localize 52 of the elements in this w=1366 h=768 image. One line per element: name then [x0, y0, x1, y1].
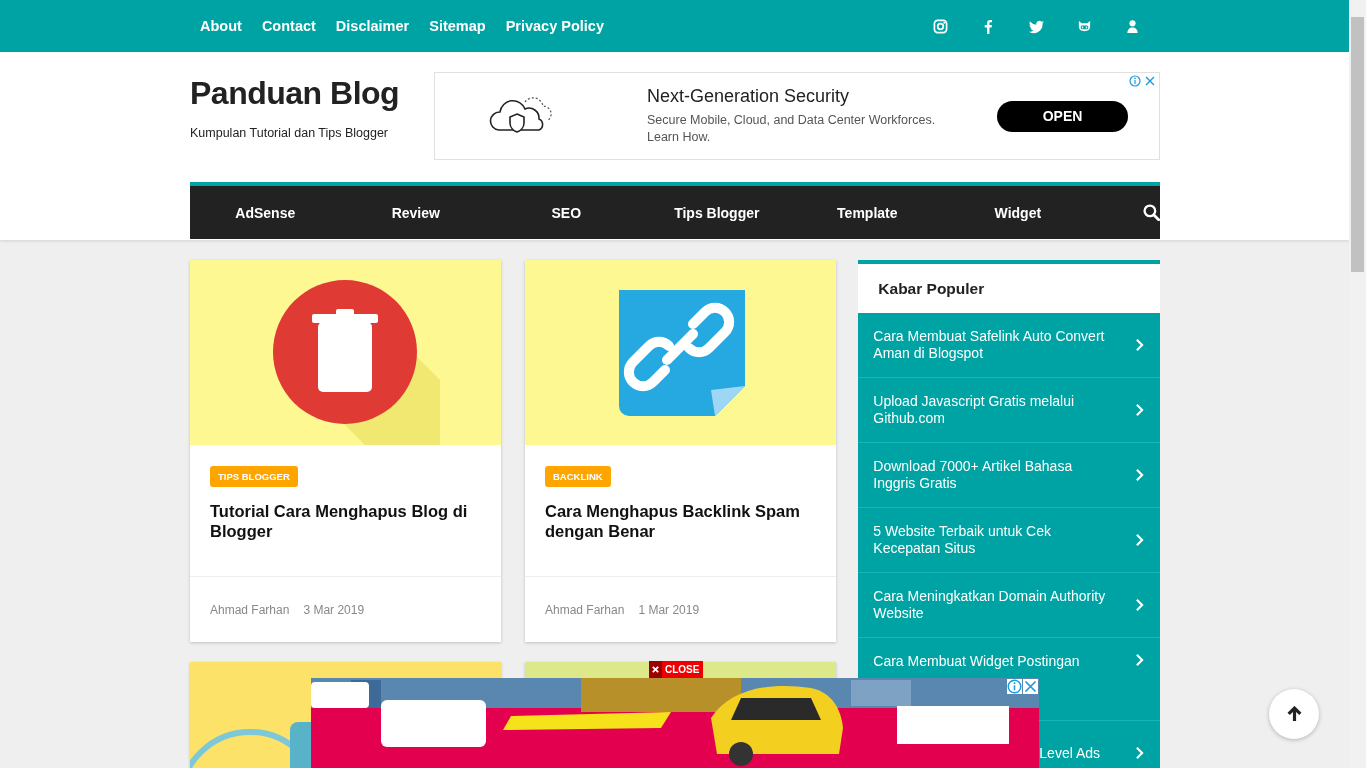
post-card[interactable]: TIPS BLOGGER Tutorial Cara Menghapus Blog di Blogger Ahmad Farhan 3 Mar 2019: [190, 260, 501, 642]
chevron-icon: [1135, 403, 1144, 417]
arrow-up-icon: [1285, 705, 1303, 723]
post-date: 3 Mar 2019: [303, 602, 365, 617]
nav-link[interactable]: Widget: [942, 204, 1094, 221]
site-tagline: Kumpulan Tutorial dan Tips Blogger: [190, 126, 390, 140]
category-tag[interactable]: TIPS BLOGGER: [210, 466, 298, 487]
site-title[interactable]: Panduan Blog: [190, 75, 400, 112]
twitter-icon[interactable]: [1029, 18, 1044, 34]
chevron-icon: [1135, 533, 1144, 547]
category-tag[interactable]: BACKLINK: [545, 466, 611, 487]
post-title[interactable]: Cara Menghapus Backlink Spam dengan Benar: [545, 501, 816, 541]
popular-post-item[interactable]: Cara Membuat Safelink Auto Convert Aman di Blogspot: [858, 313, 1160, 378]
popular-post-item[interactable]: Level Ads: [1039, 721, 1160, 768]
instagram-icon[interactable]: [933, 18, 948, 34]
post-date: 1 Mar 2019: [638, 602, 700, 617]
popular-post-item[interactable]: Download 7000+ Artikel Bahasa Inggris Gratis: [858, 443, 1160, 508]
nav-link[interactable]: Tips Blogger: [641, 204, 793, 221]
close-icon[interactable]: [1144, 75, 1156, 87]
chevron-icon: [1135, 746, 1144, 760]
top-nav-link[interactable]: Sitemap: [429, 18, 486, 34]
nav-link[interactable]: Review: [340, 204, 492, 221]
github-icon[interactable]: [1077, 18, 1092, 34]
post-title[interactable]: Tutorial Cara Menghapus Blog di Blogger: [210, 501, 481, 541]
popular-post-item[interactable]: Upload Javascript Gratis melalui Github.com: [858, 378, 1160, 443]
ad-banner[interactable]: Next-Generation Security Secure Mobile, Cloud, and Data Center Workforces. Learn How. OPEN: [434, 72, 1160, 160]
top-nav-link[interactable]: Disclaimer: [335, 18, 410, 34]
widget-title: Kabar Populer: [878, 279, 985, 298]
nav-link[interactable]: SEO: [491, 204, 642, 221]
nav-link[interactable]: Template: [792, 204, 943, 221]
top-nav-link[interactable]: Contact: [261, 18, 316, 34]
nav-link[interactable]: AdSense: [190, 204, 341, 221]
chevron-icon: [1135, 468, 1144, 482]
close-icon[interactable]: [1023, 679, 1038, 694]
chevron-icon: [1135, 653, 1144, 667]
chevron-icon: [1135, 338, 1144, 352]
open-button[interactable]: OPEN: [997, 100, 1128, 132]
popular-post-item[interactable]: Cara Meningkatkan Domain Authority Website: [858, 573, 1160, 638]
back-to-top-button[interactable]: [1269, 689, 1319, 739]
post-author[interactable]: Ahmad Farhan: [545, 602, 625, 617]
user-icon[interactable]: [1125, 18, 1140, 34]
info-icon[interactable]: [1007, 679, 1022, 694]
search-icon[interactable]: [1143, 204, 1161, 221]
info-icon[interactable]: [1129, 75, 1141, 87]
popular-post-item[interactable]: 5 Website Terbaik untuk Cek Kecepatan Situs: [858, 508, 1160, 573]
post-author[interactable]: Ahmad Farhan: [210, 602, 290, 617]
ad-description: Secure Mobile, Cloud, and Data Center Workforces. Learn How.: [647, 112, 937, 146]
ad-title: Next-Generation Security: [647, 86, 851, 107]
post-card[interactable]: BACKLINK Cara Menghapus Backlink Spam dengan Benar Ahmad Farhan 1 Mar 2019: [525, 260, 836, 642]
top-nav-link[interactable]: Privacy Policy: [505, 18, 604, 34]
chevron-icon: [1135, 598, 1144, 612]
top-nav-link[interactable]: About: [200, 18, 242, 34]
